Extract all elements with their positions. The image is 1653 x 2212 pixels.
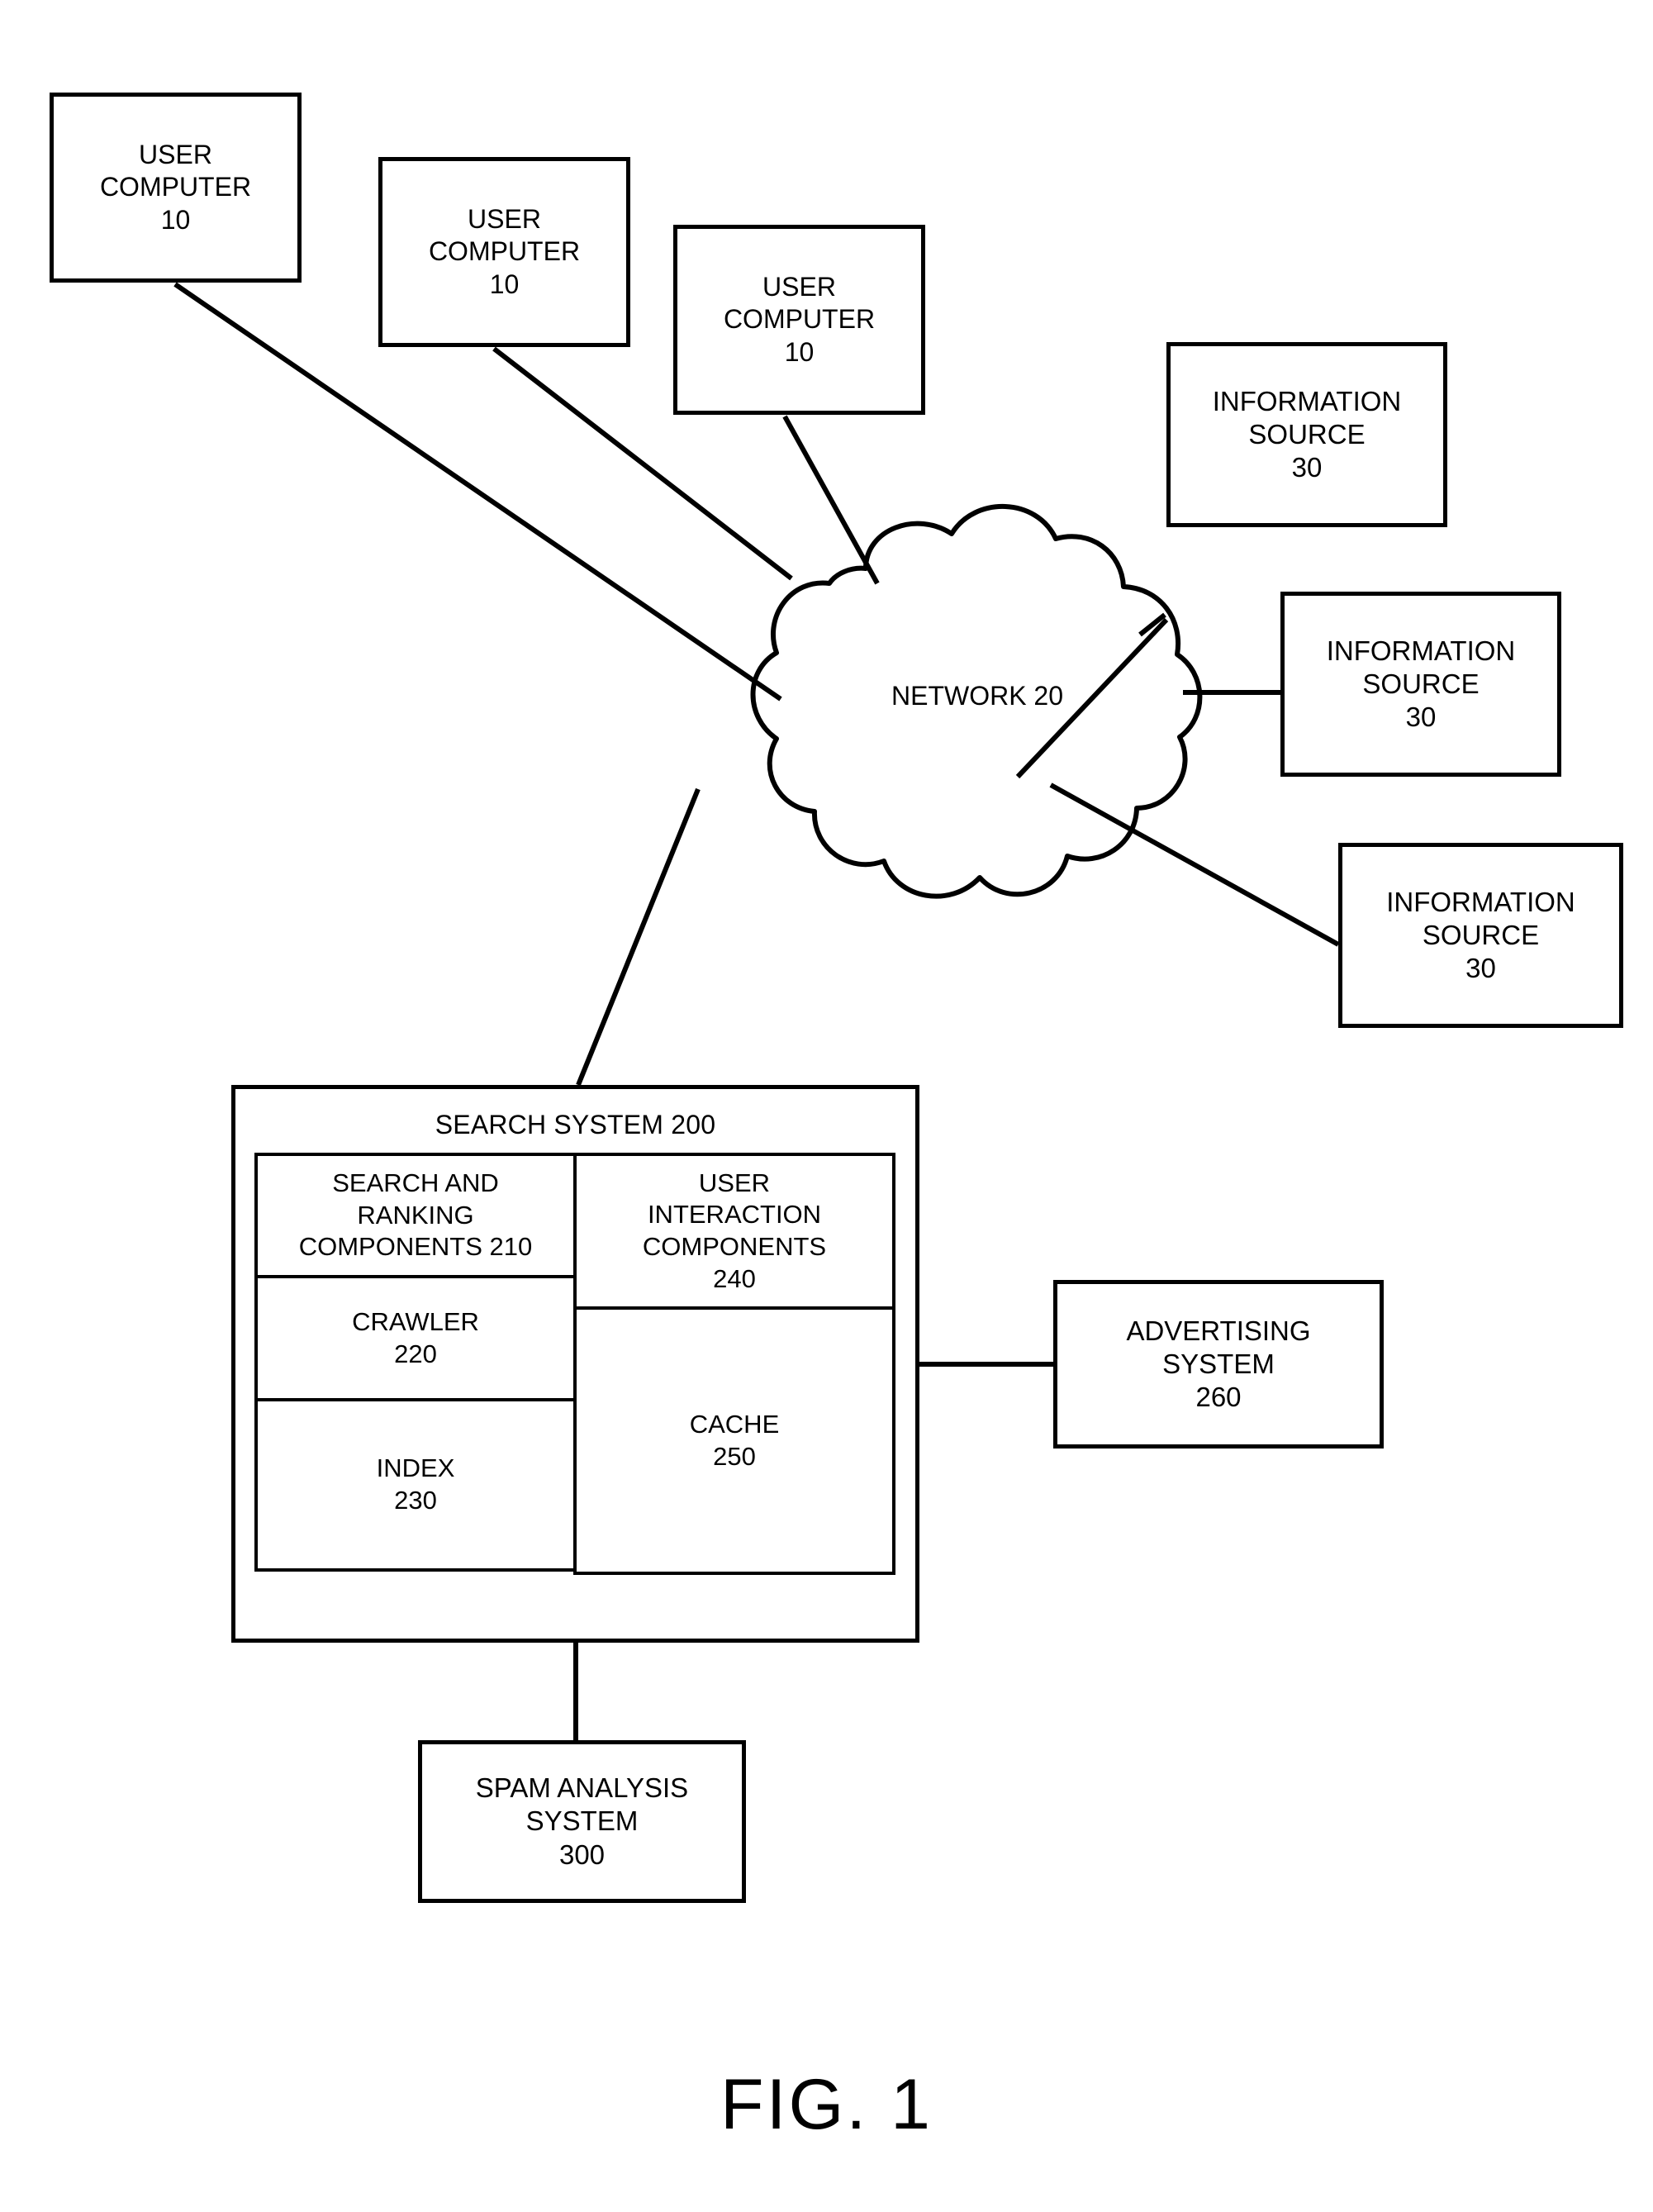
cache-label: CACHE [689,1409,780,1439]
information-source-box-2[interactable]: INFORMATION SOURCE 30 [1280,592,1561,777]
search-system-right-column: USER INTERACTION COMPONENTS 240 CACHE 25… [573,1153,895,1577]
user-interaction-ref: 240 [713,1263,756,1293]
information-source-label-line2: SOURCE [1248,418,1366,450]
user-computer-box-3[interactable]: USER COMPUTER 10 [673,225,925,415]
user-interaction-components-box[interactable]: USER INTERACTION COMPONENTS 240 [573,1153,895,1310]
advertising-system-ref: 260 [1195,1382,1242,1413]
advertising-system-box[interactable]: ADVERTISING SYSTEM 260 [1053,1280,1384,1449]
search-and-ranking-line2: RANKING [357,1200,474,1230]
search-and-ranking-components-box[interactable]: SEARCH AND RANKING COMPONENTS 210 [254,1153,577,1278]
user-computer-label-line2: COMPUTER [428,236,581,267]
cache-box[interactable]: CACHE 250 [573,1306,895,1575]
user-computer-label-line2: COMPUTER [99,172,252,202]
user-computer-label-line1: USER [139,140,212,170]
user-interaction-line2: INTERACTION [647,1200,822,1230]
user-interaction-line1: USER [698,1168,771,1197]
search-and-ranking-line3: COMPONENTS 210 [298,1232,533,1262]
information-source-label-line1: INFORMATION [1212,385,1402,416]
user-computer-box-1[interactable]: USER COMPUTER 10 [50,93,302,283]
link-network-info3 [1049,783,1340,947]
spam-analysis-line1: SPAM ANALYSIS [475,1772,689,1804]
information-source-ref-3: 30 [1465,953,1496,984]
crawler-ref: 220 [394,1339,437,1368]
search-system-left-column: SEARCH AND RANKING COMPONENTS 210 CRAWLE… [254,1153,577,1577]
information-source-box-1[interactable]: INFORMATION SOURCE 30 [1166,342,1447,527]
network-ref: 20 [1033,681,1064,711]
user-computer-ref-1: 10 [160,204,191,235]
user-computer-label-line1: USER [468,204,541,235]
index-box[interactable]: INDEX 230 [254,1398,577,1572]
advertising-system-line2: SYSTEM [1162,1348,1275,1379]
crawler-box[interactable]: CRAWLER 220 [254,1275,577,1401]
user-computer-label-line2: COMPUTER [723,304,876,335]
spam-analysis-ref: 300 [558,1839,606,1870]
user-computer-box-2[interactable]: USER COMPUTER 10 [378,157,630,347]
search-system-title: SEARCH SYSTEM 200 [435,1110,716,1139]
search-system-component-grid: SEARCH AND RANKING COMPONENTS 210 CRAWLE… [254,1153,895,1577]
index-label: INDEX [376,1453,455,1483]
information-source-label-line2: SOURCE [1362,668,1480,699]
link-network-search-system [576,787,701,1087]
link-user3-network [782,415,880,585]
information-source-box-3[interactable]: INFORMATION SOURCE 30 [1338,843,1623,1028]
network-cloud-label[interactable]: NETWORK 20 [866,679,1089,713]
index-ref: 230 [394,1486,437,1515]
information-source-label-line1: INFORMATION [1386,886,1575,917]
user-computer-ref-2: 10 [489,269,520,299]
network-label: NETWORK [891,681,1027,711]
user-computer-ref-3: 10 [784,336,815,367]
information-source-ref-2: 30 [1405,702,1437,733]
information-source-ref-1: 30 [1291,452,1323,483]
spam-analysis-line2: SYSTEM [525,1805,639,1837]
figure-caption: FIG. 1 [720,2065,933,2144]
information-source-label-line2: SOURCE [1422,919,1540,950]
spam-analysis-system-box[interactable]: SPAM ANALYSIS SYSTEM 300 [418,1740,746,1903]
user-computer-label-line1: USER [762,272,836,302]
cache-ref: 250 [713,1441,756,1471]
crawler-label: CRAWLER [352,1306,479,1336]
advertising-system-line1: ADVERTISING [1126,1315,1311,1346]
search-and-ranking-line1: SEARCH AND [332,1168,499,1197]
user-interaction-line3: COMPONENTS [642,1232,827,1261]
information-source-label-line1: INFORMATION [1326,635,1516,666]
